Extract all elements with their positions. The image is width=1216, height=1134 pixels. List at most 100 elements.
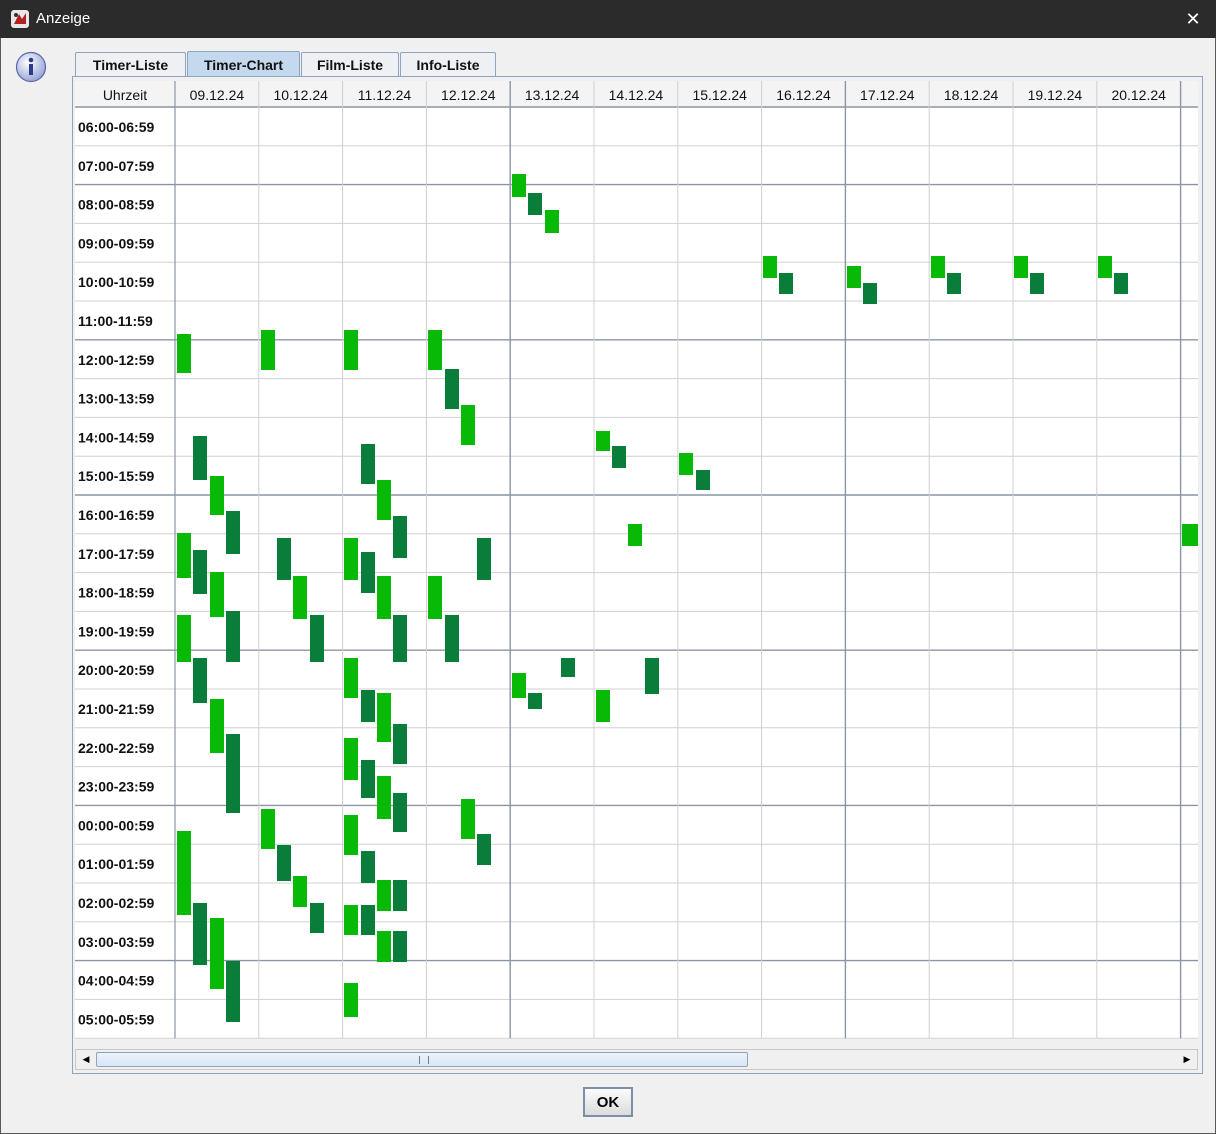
timer-bar[interactable] <box>193 550 207 594</box>
scroll-right-arrow-icon[interactable]: ▶ <box>1178 1050 1196 1069</box>
timer-bar[interactable] <box>193 436 207 480</box>
timer-bar[interactable] <box>210 699 224 753</box>
hour-label: 13:00-13:59 <box>78 391 154 407</box>
timer-bar[interactable] <box>1114 273 1128 294</box>
timer-bar[interactable] <box>545 210 559 233</box>
timer-bar[interactable] <box>344 738 358 780</box>
timer-bar[interactable] <box>528 193 542 215</box>
timer-bar[interactable] <box>477 834 491 865</box>
timer-bar[interactable] <box>561 658 575 677</box>
timer-bar[interactable] <box>696 470 710 490</box>
date-header: 16.12.24 <box>776 87 831 103</box>
date-header: 15.12.24 <box>692 87 747 103</box>
timer-bar[interactable] <box>344 815 358 855</box>
timer-bar[interactable] <box>461 799 475 839</box>
timer-bar[interactable] <box>763 256 777 278</box>
timer-bar[interactable] <box>226 611 240 662</box>
scroll-left-arrow-icon[interactable]: ◀ <box>77 1050 95 1069</box>
timer-bar[interactable] <box>344 658 358 698</box>
timer-bar[interactable] <box>361 444 375 484</box>
timer-bar[interactable] <box>226 511 240 554</box>
ok-button[interactable]: OK <box>583 1087 633 1117</box>
timer-bar[interactable] <box>377 693 391 742</box>
timer-bar[interactable] <box>377 776 391 819</box>
timer-bar[interactable] <box>277 845 291 881</box>
timer-bar[interactable] <box>361 905 375 935</box>
timer-bar[interactable] <box>293 876 307 907</box>
timer-bar[interactable] <box>177 334 191 373</box>
timer-bar[interactable] <box>261 809 275 849</box>
tab-film-liste[interactable]: Film-Liste <box>301 52 399 76</box>
timer-bar[interactable] <box>377 576 391 619</box>
timer-bar[interactable] <box>226 961 240 1022</box>
timer-bar[interactable] <box>1014 256 1028 278</box>
timer-bar[interactable] <box>393 516 407 558</box>
timer-bar[interactable] <box>344 983 358 1017</box>
timer-bar[interactable] <box>931 256 945 278</box>
timer-chart-area[interactable]: Uhrzeit 09.12.24 10.12.24 11.12.24 12.12.24 1… <box>75 81 1198 1039</box>
timer-bar[interactable] <box>377 480 391 520</box>
timer-bar[interactable] <box>377 931 391 962</box>
timer-bar[interactable] <box>193 658 207 703</box>
timer-bar[interactable] <box>361 851 375 883</box>
window-title: Anzeige <box>36 10 91 27</box>
timer-bar[interactable] <box>779 273 793 294</box>
timer-bar[interactable] <box>477 538 491 580</box>
timer-bar[interactable] <box>863 283 877 304</box>
timer-bar[interactable] <box>277 538 291 580</box>
date-header: 09.12.24 <box>190 87 245 103</box>
timer-bar[interactable] <box>193 903 207 965</box>
timer-bar[interactable] <box>177 615 191 662</box>
timer-bar[interactable] <box>1030 273 1044 294</box>
timer-bar[interactable] <box>445 615 459 662</box>
timer-bar[interactable] <box>377 880 391 911</box>
tab-info-liste[interactable]: Info-Liste <box>400 52 496 76</box>
close-icon[interactable]: ✕ <box>1170 0 1216 38</box>
date-header: 12.12.24 <box>441 87 496 103</box>
timer-bar[interactable] <box>1098 256 1112 278</box>
timer-bar[interactable] <box>596 431 610 451</box>
timer-bar[interactable] <box>393 615 407 662</box>
timer-bar[interactable] <box>393 724 407 764</box>
timer-bar[interactable] <box>596 690 610 722</box>
timer-bar[interactable] <box>177 533 191 578</box>
timer-bar[interactable] <box>947 273 961 294</box>
timer-bar[interactable] <box>361 690 375 722</box>
scrollbar-thumb[interactable] <box>96 1052 748 1067</box>
timer-bar[interactable] <box>344 905 358 935</box>
timer-bar[interactable] <box>445 369 459 409</box>
timer-bar[interactable] <box>210 918 224 989</box>
timer-bar[interactable] <box>528 693 542 709</box>
timer-bar[interactable] <box>428 330 442 370</box>
timer-bar[interactable] <box>210 476 224 515</box>
tab-timer-chart[interactable]: Timer-Chart <box>187 51 300 77</box>
timer-bar[interactable] <box>393 793 407 832</box>
timer-bar[interactable] <box>393 880 407 911</box>
timer-bar[interactable] <box>310 615 324 662</box>
timer-bar[interactable] <box>293 576 307 619</box>
timer-bar[interactable] <box>226 734 240 813</box>
timer-bar[interactable] <box>310 903 324 933</box>
tab-timer-liste[interactable]: Timer-Liste <box>75 52 186 76</box>
timer-bar[interactable] <box>645 658 659 694</box>
horizontal-scrollbar[interactable]: ◀ ▶ <box>75 1049 1198 1070</box>
timer-bar[interactable] <box>612 446 626 468</box>
timer-bar[interactable] <box>210 572 224 617</box>
timer-bar[interactable] <box>461 405 475 445</box>
timer-bar[interactable] <box>512 174 526 197</box>
timer-bar[interactable] <box>628 524 642 546</box>
hour-label: 02:00-02:59 <box>78 895 154 911</box>
timer-bar[interactable] <box>261 330 275 370</box>
timer-bar[interactable] <box>679 453 693 475</box>
hour-label: 12:00-12:59 <box>78 352 154 368</box>
timer-bar[interactable] <box>344 538 358 580</box>
timer-bar[interactable] <box>361 552 375 593</box>
timer-bar[interactable] <box>847 266 861 288</box>
timer-bar[interactable] <box>344 330 358 370</box>
timer-bar[interactable] <box>361 760 375 798</box>
timer-bar[interactable] <box>512 673 526 698</box>
timer-bar[interactable] <box>428 576 442 619</box>
timer-bar[interactable] <box>177 831 191 915</box>
timer-bar[interactable] <box>393 931 407 962</box>
timer-bar[interactable] <box>1182 524 1198 546</box>
